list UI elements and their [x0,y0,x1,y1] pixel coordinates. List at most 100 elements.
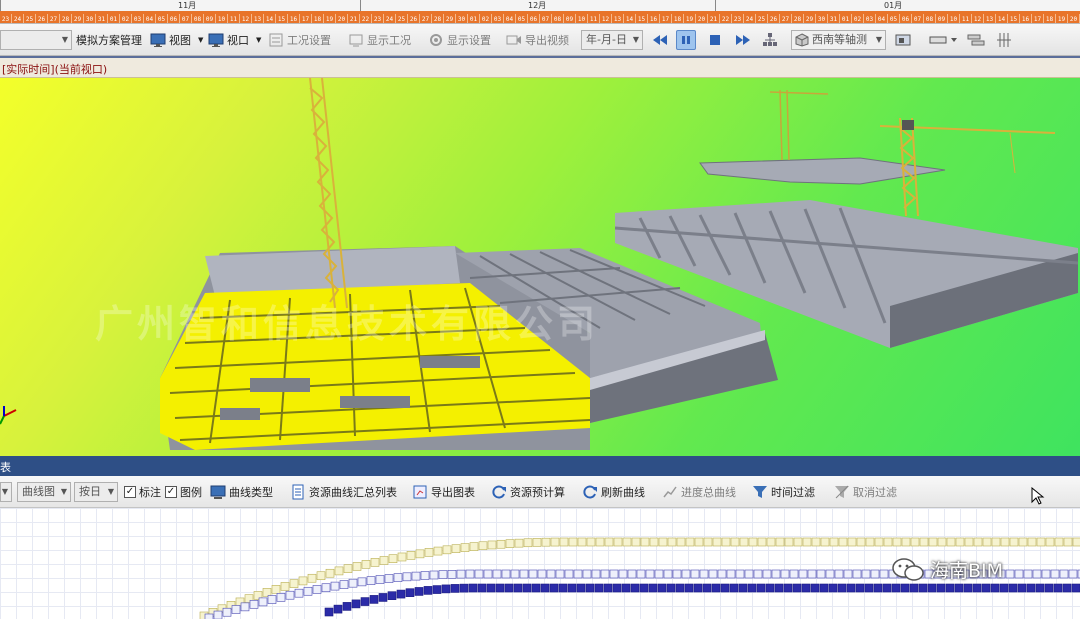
timeline-day-cell[interactable]: 22 [360,14,372,23]
timeline-day-cell[interactable]: 15 [276,14,288,23]
timeline-day-cell[interactable]: 10 [576,14,588,23]
timeline-day-cell[interactable]: 28 [60,14,72,23]
timeline-day-cell[interactable]: 01 [840,14,852,23]
timeline-day-cell[interactable]: 09 [936,14,948,23]
legend-checkbox[interactable]: ✓ 图例 [165,481,202,503]
timeline-day-cell[interactable]: 05 [888,14,900,23]
timeline-day-cell[interactable]: 16 [288,14,300,23]
export-chart-button[interactable]: 导出图表 [412,481,475,503]
timeline-day-cell[interactable]: 29 [444,14,456,23]
timeline-day-cell[interactable]: 16 [1020,14,1032,23]
chart-type-select[interactable]: 曲线图 ▼ [17,482,71,502]
timeline-day-cell[interactable]: 25 [24,14,36,23]
refresh-curve-button[interactable]: 刷新曲线 [582,481,645,503]
timeline-day-cell[interactable]: 16 [648,14,660,23]
timeline-day-cell[interactable]: 08 [192,14,204,23]
camera-view-select[interactable]: 西南等轴测 ▼ [791,30,886,50]
viewport-button[interactable]: 视口 ▼ [208,29,261,51]
timeline-day-cell[interactable]: 14 [624,14,636,23]
scheme-combo[interactable]: ▼ [0,30,72,50]
timeline-day-cell[interactable]: 12 [600,14,612,23]
timeline-day-cell[interactable]: 25 [756,14,768,23]
timeline-day-cell[interactable]: 06 [528,14,540,23]
timeline-day-cell[interactable]: 01 [108,14,120,23]
panel-combo-stub[interactable]: ▼ [0,482,12,502]
timeline-day-cell[interactable]: 04 [504,14,516,23]
timeline-day-cell[interactable]: 08 [924,14,936,23]
timeline-day-cell[interactable]: 30 [84,14,96,23]
timeline-day-cell[interactable]: 09 [204,14,216,23]
timeline-day-cell[interactable]: 19 [1056,14,1068,23]
time-filter-button[interactable]: 时间过滤 [752,481,815,503]
timeline-bar[interactable]: 11月 12月 01月 23 24 25 26 27 28 29 30 31 01 02 03 04 05… [0,0,1080,24]
timeline-day-cell[interactable]: 12 [972,14,984,23]
resource-summary-button[interactable]: 资源曲线汇总列表 [290,481,397,503]
timeline-day-cell[interactable]: 26 [36,14,48,23]
timeline-day-cell[interactable]: 07 [912,14,924,23]
timeline-day-cell[interactable]: 06 [168,14,180,23]
layer-button[interactable] [966,30,986,50]
timeline-day-cell[interactable]: 25 [396,14,408,23]
timeline-day-cell[interactable]: 17 [300,14,312,23]
timeline-day-cell[interactable]: 10 [216,14,228,23]
timeline-day-cell[interactable]: 17 [1032,14,1044,23]
export-video-button[interactable]: 导出视频 [506,29,569,51]
work-settings-button[interactable]: 工况设置 [268,29,331,51]
timeline-day-cell[interactable]: 15 [1008,14,1020,23]
timeline-day-cell[interactable]: 19 [684,14,696,23]
timeline-day-cell[interactable]: 14 [996,14,1008,23]
timeline-days[interactable]: 23 24 25 26 27 28 29 30 31 01 02 03 04 05 06 07 08 09 10 11… [0,11,1080,23]
timeline-day-cell[interactable]: 20 [336,14,348,23]
timeline-day-cell[interactable]: 22 [720,14,732,23]
timeline-day-cell[interactable]: 07 [180,14,192,23]
timeline-day-cell[interactable]: 31 [828,14,840,23]
timeline-day-cell[interactable]: 15 [636,14,648,23]
curve-type-button[interactable]: 曲线类型 [210,481,273,503]
stop-button[interactable] [705,30,725,50]
timeline-day-cell[interactable]: 05 [156,14,168,23]
timeline-day-cell[interactable]: 03 [132,14,144,23]
timeline-day-cell[interactable]: 18 [1044,14,1056,23]
progress-curve-button[interactable]: 进度总曲线 [662,481,736,503]
timeline-day-cell[interactable]: 17 [660,14,672,23]
timeline-day-cell[interactable]: 08 [552,14,564,23]
3d-viewport[interactable]: 广州智和信息技术有限公司 [0,78,1080,456]
timeline-day-cell[interactable]: 23 [372,14,384,23]
timeline-day-cell[interactable]: 03 [492,14,504,23]
timeline-day-cell[interactable]: 11 [960,14,972,23]
timeline-day-cell[interactable]: 27 [780,14,792,23]
rewind-button[interactable] [650,30,670,50]
timeline-day-cell[interactable]: 30 [456,14,468,23]
timeline-day-cell[interactable]: 24 [384,14,396,23]
timeline-day-cell[interactable]: 21 [348,14,360,23]
view-button[interactable]: 视图 ▼ [150,29,203,51]
timeline-day-cell[interactable]: 03 [864,14,876,23]
timeline-day-cell[interactable]: 18 [312,14,324,23]
display-settings-button[interactable]: 显示设置 [428,29,491,51]
measure-button[interactable] [926,30,962,50]
timeline-day-cell[interactable]: 31 [96,14,108,23]
scheme-manage-button[interactable]: 模拟方案管理 [76,29,142,51]
timeline-day-cell[interactable]: 29 [804,14,816,23]
structure-tree-button[interactable] [760,30,780,50]
timeline-day-cell[interactable]: 04 [876,14,888,23]
timeline-day-cell[interactable]: 21 [708,14,720,23]
timeline-day-cell[interactable]: 11 [588,14,600,23]
timeline-day-cell[interactable]: 09 [564,14,576,23]
timeline-day-cell[interactable]: 20 [696,14,708,23]
fast-forward-button[interactable] [733,30,753,50]
timeline-day-cell[interactable]: 26 [768,14,780,23]
resource-forecast-button[interactable]: 资源预计算 [491,481,565,503]
timeline-day-cell[interactable]: 02 [120,14,132,23]
timeline-day-cell[interactable]: 28 [792,14,804,23]
timeline-day-cell[interactable]: 20 [1068,14,1080,23]
timeline-day-cell[interactable]: 28 [432,14,444,23]
timeline-day-cell[interactable]: 01 [468,14,480,23]
cancel-filter-button[interactable]: 取消过滤 [834,481,897,503]
timeline-day-cell[interactable]: 27 [420,14,432,23]
timeline-day-cell[interactable]: 13 [252,14,264,23]
timeline-day-cell[interactable]: 26 [408,14,420,23]
date-format-select[interactable]: 年-月-日 ▼ [581,30,643,50]
timeline-day-cell[interactable]: 23 [0,14,12,23]
pause-button[interactable] [676,30,696,50]
